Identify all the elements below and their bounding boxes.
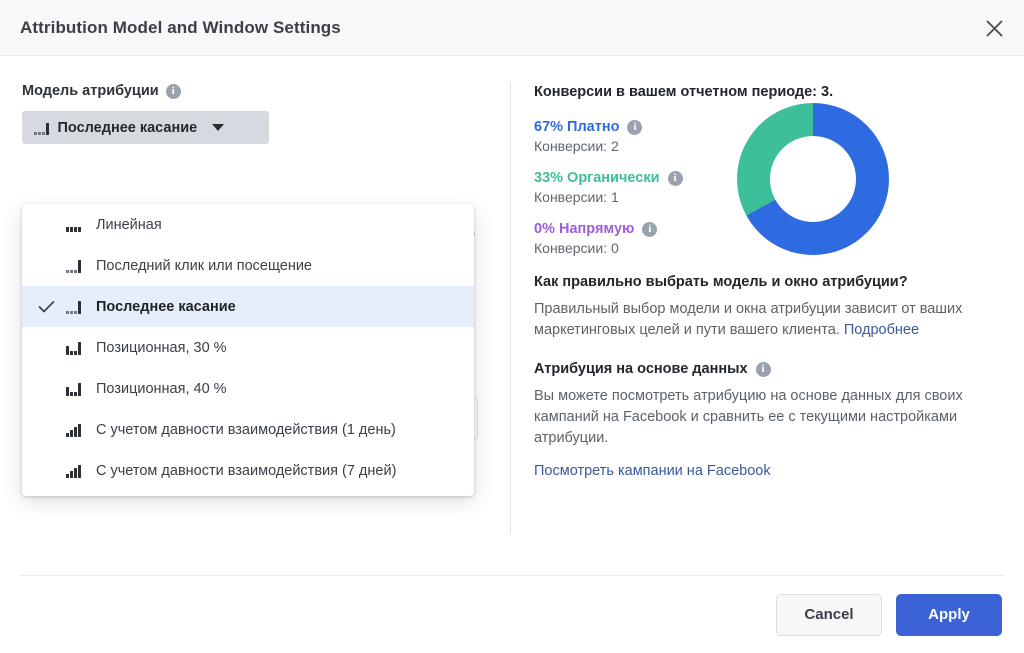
attribution-model-label: Модель атрибуции i	[22, 83, 181, 99]
view-facebook-campaigns-link[interactable]: Посмотреть кампании на Facebook	[534, 463, 771, 479]
dropdown-item-time-decay-1day[interactable]: С учетом давности взаимодействия (1 день…	[22, 409, 474, 450]
attribution-model-select-value: Последнее касание	[57, 119, 198, 136]
how-to-choose-body: Правильный выбор модели и окна атрибуции…	[534, 299, 976, 341]
dialog-footer: Cancel Apply	[0, 576, 1024, 653]
attribution-model-pane: Модель атрибуции i Последнее касание Лин…	[0, 56, 510, 575]
data-driven-heading-row: Атрибуция на основе данных i	[534, 361, 1004, 377]
dropdown-item-label: С учетом давности взаимодействия (1 день…	[96, 421, 396, 438]
info-icon[interactable]: i	[667, 170, 683, 186]
apply-button[interactable]: Apply	[896, 593, 1002, 636]
conversions-title: Конверсии в вашем отчетном периоде: 3.	[534, 84, 834, 100]
attribution-model-select[interactable]: Последнее касание	[22, 111, 269, 144]
conversions-pane: Конверсии в вашем отчетном периоде: 3. 6…	[534, 56, 1004, 480]
attribution-settings-dialog: Attribution Model and Window Settings Мо…	[0, 0, 1024, 653]
legend-value: Конверсии: 0	[534, 240, 619, 256]
dropdown-item-label: Последний клик или посещение	[96, 257, 312, 274]
dropdown-item-last-touch[interactable]: Последнее касание	[22, 286, 474, 327]
info-icon[interactable]: i	[627, 119, 643, 135]
position-bars-icon	[60, 382, 96, 396]
data-driven-attribution-section: Атрибуция на основе данных i Вы можете п…	[534, 361, 1004, 480]
how-to-choose-heading: Как правильно выбрать модель и окно атри…	[534, 274, 908, 290]
dropdown-item-label: Последнее касание	[96, 298, 236, 315]
legend-label: 67% Платно	[534, 119, 620, 135]
dropdown-item-last-click[interactable]: Последний клик или посещение	[22, 245, 474, 286]
dropdown-item-time-decay-7days[interactable]: С учетом давности взаимодействия (7 дней…	[22, 450, 474, 491]
data-driven-body: Вы можете посмотреть атрибуцию на основе…	[534, 388, 963, 446]
last-touch-bars-icon	[34, 121, 49, 135]
check-icon	[32, 300, 60, 314]
dropdown-item-position-30[interactable]: Позиционная, 30 %	[22, 327, 474, 368]
position-bars-icon	[60, 341, 96, 355]
legend-label: 33% Органически	[534, 170, 660, 186]
legend-label: 0% Напрямую	[534, 221, 635, 237]
dropdown-item-linear[interactable]: Линейная	[22, 204, 474, 245]
info-icon[interactable]: i	[642, 221, 658, 237]
last-click-bars-icon	[60, 259, 96, 273]
linear-bars-icon	[60, 218, 96, 232]
info-icon[interactable]: i	[755, 361, 771, 377]
info-icon[interactable]: i	[165, 83, 181, 99]
panel-divider	[510, 82, 511, 534]
data-driven-heading: Атрибуция на основе данных	[534, 361, 748, 377]
close-icon[interactable]	[978, 12, 1010, 44]
dropdown-item-label: С учетом давности взаимодействия (7 дней…	[96, 462, 397, 479]
time-decay-bars-icon	[60, 423, 96, 437]
last-touch-bars-icon	[60, 300, 96, 314]
how-to-choose-section: Как правильно выбрать модель и окно атри…	[534, 274, 1004, 341]
dropdown-item-label: Линейная	[96, 216, 162, 233]
donut-hole	[770, 136, 856, 222]
cancel-button[interactable]: Cancel	[776, 593, 882, 636]
page-title: Attribution Model and Window Settings	[20, 17, 341, 37]
dropdown-item-label: Позиционная, 30 %	[96, 339, 227, 356]
attribution-model-label-text: Модель атрибуции	[22, 83, 159, 99]
conversions-donut-chart	[737, 103, 889, 255]
dropdown-item-label: Позиционная, 40 %	[96, 380, 227, 397]
dropdown-item-position-40[interactable]: Позиционная, 40 %	[22, 368, 474, 409]
chevron-down-icon	[212, 124, 225, 131]
learn-more-link[interactable]: Подробнее	[844, 322, 919, 338]
dialog-header: Attribution Model and Window Settings	[0, 0, 1024, 56]
attribution-model-dropdown[interactable]: Линейная Последний клик или посещение По…	[22, 204, 474, 496]
time-decay-bars-icon	[60, 464, 96, 478]
